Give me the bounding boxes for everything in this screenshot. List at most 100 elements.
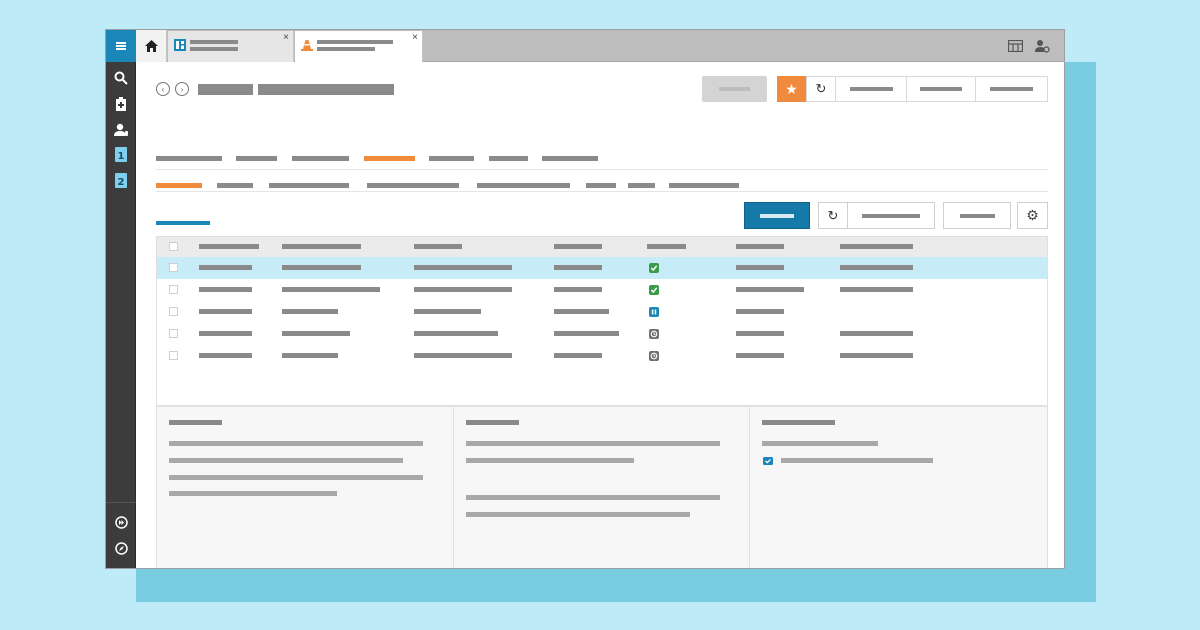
table-settings-icon[interactable] xyxy=(1007,39,1024,53)
primary-tab-divider xyxy=(156,169,1048,170)
table-row[interactable] xyxy=(157,257,1047,279)
gear-icon: ⚙ xyxy=(1026,207,1039,223)
page-title xyxy=(258,84,394,95)
header-action-1[interactable] xyxy=(835,76,907,102)
fast-forward-icon[interactable] xyxy=(113,514,129,530)
tab-secondary-2[interactable] xyxy=(217,183,253,188)
user-settings-icon[interactable] xyxy=(1035,39,1051,53)
tab-secondary-1-active[interactable] xyxy=(156,183,202,188)
hamburger-icon xyxy=(116,42,126,50)
checkbox-checked-icon[interactable] xyxy=(763,457,773,465)
chevron-right-icon: › xyxy=(180,84,184,94)
compass-icon[interactable] xyxy=(113,540,129,556)
badge-1-text: 1 xyxy=(118,151,125,162)
col-header-7[interactable] xyxy=(840,244,913,249)
header-action-2-label xyxy=(920,87,962,91)
refresh-icon: ↻ xyxy=(815,81,827,96)
row-checkbox[interactable] xyxy=(169,329,178,338)
table-row[interactable] xyxy=(157,345,1047,367)
col-header-4[interactable] xyxy=(554,244,602,249)
tab-2-title xyxy=(317,40,393,44)
chevron-left-icon: ‹ xyxy=(161,84,165,94)
disabled-action-button[interactable] xyxy=(702,76,767,102)
table-row[interactable] xyxy=(157,323,1047,345)
clock-status-icon xyxy=(649,351,659,361)
close-icon[interactable]: × xyxy=(283,32,289,44)
tab-primary-4-active[interactable] xyxy=(364,156,415,161)
details-heading-2 xyxy=(466,420,519,425)
primary-action-label xyxy=(760,213,794,218)
toolbar-action-2[interactable] xyxy=(943,202,1011,229)
app-window: 1 2 × × ‹ › ★ ↻ ↻ ⚙ xyxy=(105,29,1065,569)
badge-1-icon[interactable]: 1 xyxy=(113,146,129,162)
tab-secondary-8[interactable] xyxy=(669,183,739,188)
favorite-button[interactable]: ★ xyxy=(777,76,806,102)
tab-2-subtitle xyxy=(317,47,375,51)
pause-status-icon xyxy=(649,307,659,317)
rail-divider xyxy=(106,502,136,503)
details-heading-3 xyxy=(762,420,835,425)
row-checkbox[interactable] xyxy=(169,307,178,316)
toolbar-action-1[interactable] xyxy=(847,202,935,229)
main-content: ‹ › ★ ↻ ↻ ⚙ xyxy=(136,62,1064,568)
col-header-5[interactable] xyxy=(647,244,686,249)
tab-primary-5[interactable] xyxy=(429,156,474,161)
cone-icon xyxy=(301,40,313,51)
col-header-3[interactable] xyxy=(414,244,462,249)
table-row[interactable] xyxy=(157,279,1047,301)
refresh-button[interactable]: ↻ xyxy=(806,76,836,102)
star-icon: ★ xyxy=(785,80,798,97)
section-heading xyxy=(156,221,210,225)
row-checkbox[interactable] xyxy=(169,285,178,294)
checkbox-label xyxy=(781,458,933,463)
tab-secondary-3[interactable] xyxy=(269,183,349,188)
tab-2[interactable]: × xyxy=(295,31,423,62)
back-button[interactable]: ‹ xyxy=(156,82,170,96)
tab-primary-7[interactable] xyxy=(542,156,598,161)
primary-action-button[interactable] xyxy=(744,202,810,229)
tab-1[interactable]: × xyxy=(168,31,294,62)
check-status-icon xyxy=(649,263,659,273)
col-header-2[interactable] xyxy=(282,244,361,249)
col-header-1[interactable] xyxy=(199,244,259,249)
tab-secondary-6[interactable] xyxy=(586,183,616,188)
header-action-3-label xyxy=(990,87,1033,91)
home-icon xyxy=(144,40,158,52)
header-action-1-label xyxy=(849,87,893,91)
row-checkbox[interactable] xyxy=(169,263,178,272)
settings-button[interactable]: ⚙ xyxy=(1017,202,1048,229)
table-refresh-button[interactable]: ↻ xyxy=(818,202,848,229)
details-panel xyxy=(156,406,1048,568)
table-row[interactable] xyxy=(157,301,1047,323)
col-header-6[interactable] xyxy=(736,244,784,249)
badge-2-text: 2 xyxy=(118,177,125,188)
tab-primary-1[interactable] xyxy=(156,156,222,161)
header-action-3[interactable] xyxy=(975,76,1048,102)
home-tab[interactable] xyxy=(136,30,167,62)
tab-primary-2[interactable] xyxy=(236,156,277,161)
tab-primary-6[interactable] xyxy=(489,156,528,161)
details-heading-1 xyxy=(169,420,222,425)
forward-button[interactable]: › xyxy=(175,82,189,96)
header-action-2[interactable] xyxy=(906,76,976,102)
clipboard-icon[interactable] xyxy=(113,96,129,112)
tab-primary-3[interactable] xyxy=(292,156,349,161)
search-icon[interactable] xyxy=(113,70,129,86)
select-all-checkbox[interactable] xyxy=(169,242,178,251)
tab-1-subtitle xyxy=(190,47,238,51)
tab-secondary-7[interactable] xyxy=(628,183,655,188)
tab-secondary-5[interactable] xyxy=(477,183,570,188)
data-table xyxy=(156,236,1048,406)
details-column-3 xyxy=(750,407,1047,568)
refresh-icon: ↻ xyxy=(827,207,839,223)
row-checkbox[interactable] xyxy=(169,351,178,360)
menu-button[interactable] xyxy=(106,30,136,62)
badge-2-icon[interactable]: 2 xyxy=(113,172,129,188)
tab-secondary-4[interactable] xyxy=(367,183,459,188)
toolbar-action-1-label xyxy=(862,213,920,218)
grid-icon xyxy=(174,39,186,51)
check-status-icon xyxy=(649,285,659,295)
page-title-prefix xyxy=(198,84,253,95)
close-icon[interactable]: × xyxy=(412,32,418,44)
user-phone-icon[interactable] xyxy=(113,122,129,138)
